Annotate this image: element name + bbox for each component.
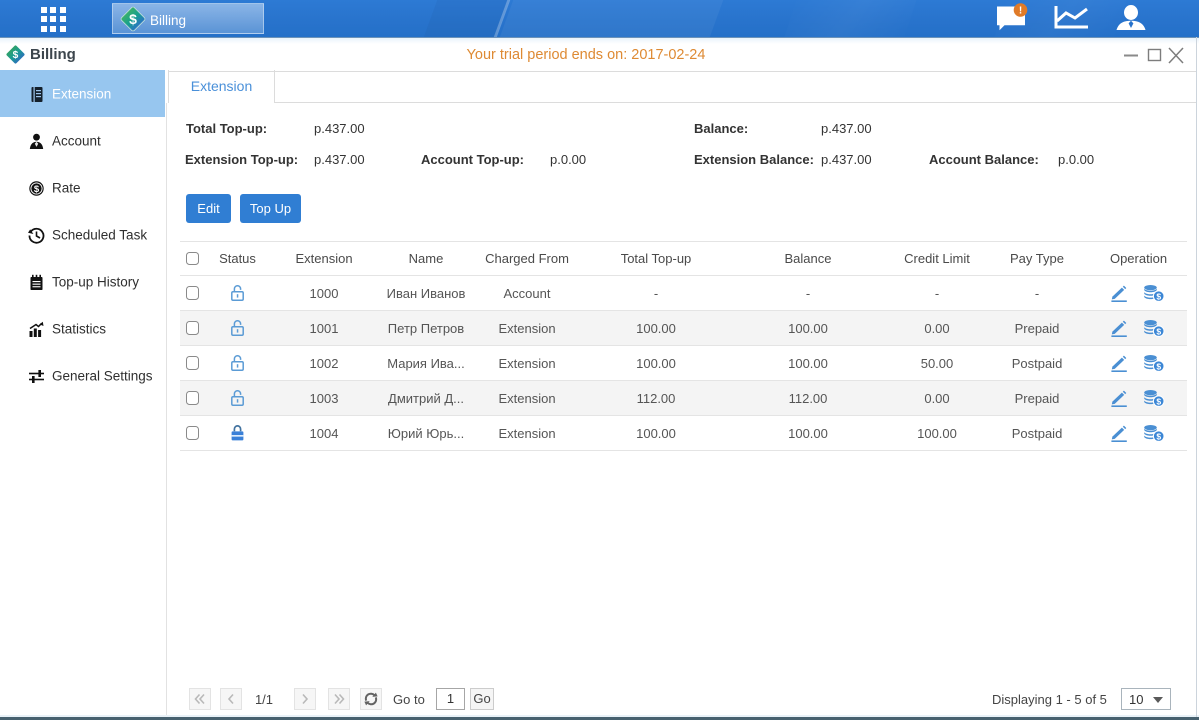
svg-text:!: ! <box>1019 6 1022 17</box>
svg-text:$: $ <box>129 11 137 27</box>
svg-text:$: $ <box>34 184 40 195</box>
